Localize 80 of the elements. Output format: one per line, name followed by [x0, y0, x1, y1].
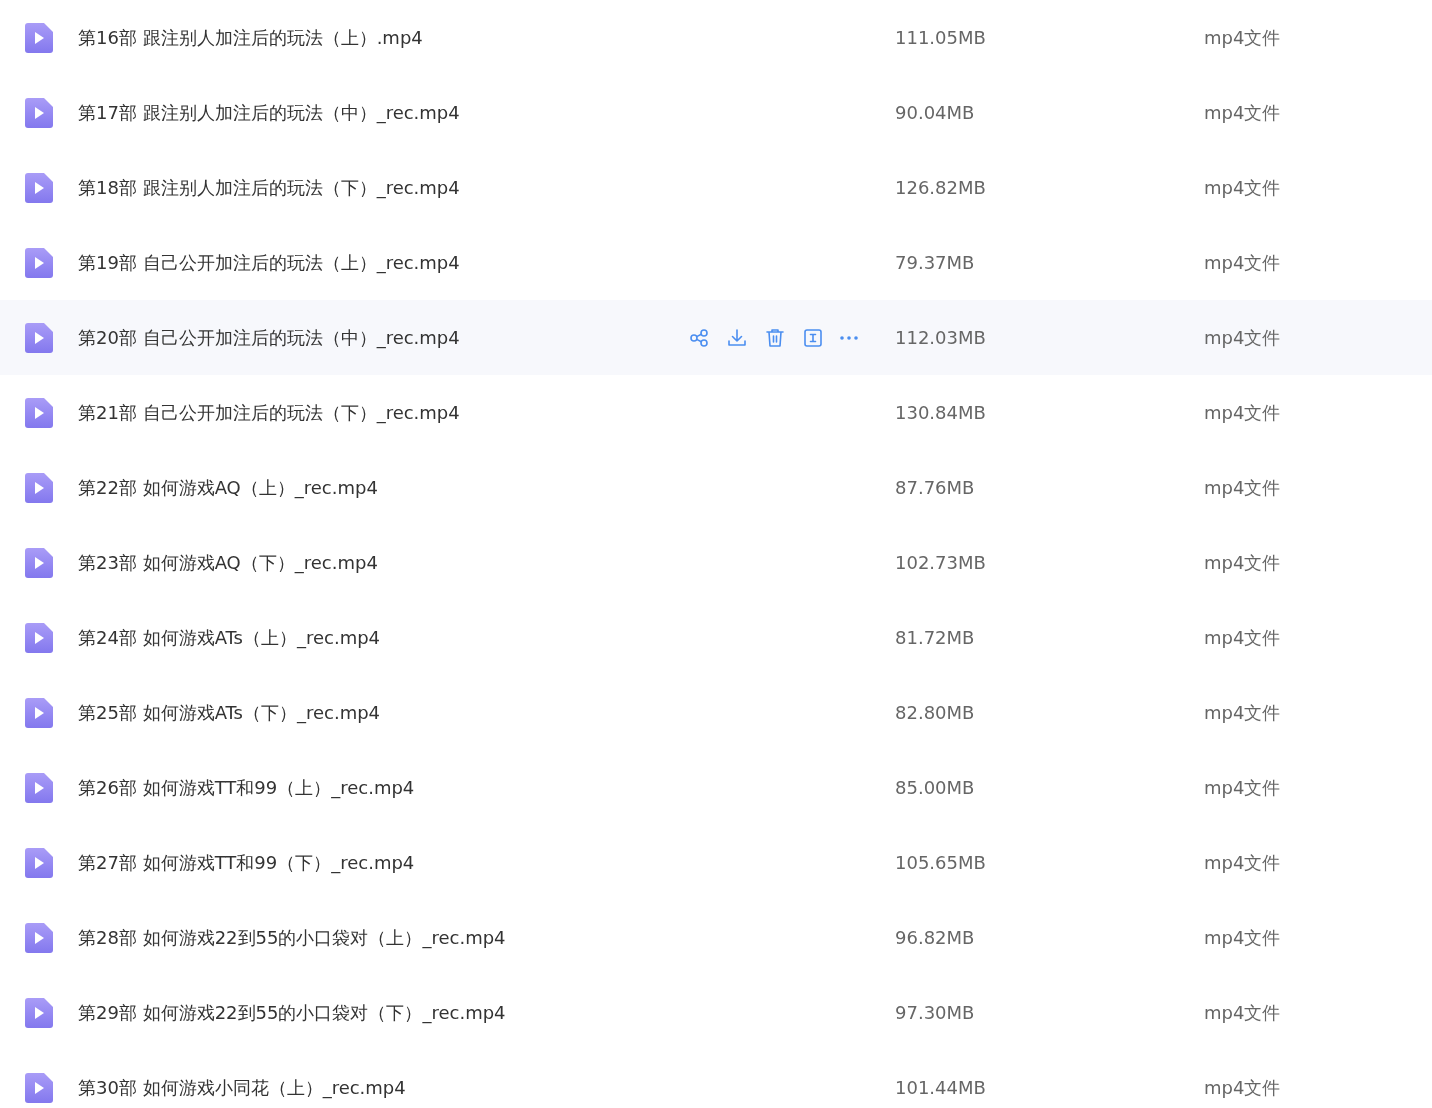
- file-name: 第26部 如何游戏TT和99（上）_rec.mp4: [78, 775, 416, 800]
- file-row[interactable]: 第28部 如何游戏22到55的小口袋对（上）_rec.mp4 96.82MB mp4文件: [0, 900, 1432, 975]
- video-file-icon: [25, 322, 53, 353]
- file-name: 第20部 自己公开加注后的玩法（中）_rec.mp4: [78, 325, 461, 350]
- file-type: mp4文件: [1204, 775, 1281, 800]
- file-type: mp4文件: [1204, 1075, 1281, 1100]
- video-file-icon: [25, 772, 53, 803]
- more-button[interactable]: [840, 335, 858, 340]
- download-button[interactable]: [726, 326, 748, 349]
- delete-button[interactable]: [764, 326, 786, 349]
- file-name: 第27部 如何游戏TT和99（下）_rec.mp4: [78, 850, 416, 875]
- file-name: 第29部 如何游戏22到55的小口袋对（下）_rec.mp4: [78, 1000, 507, 1025]
- file-name: 第28部 如何游戏22到55的小口袋对（上）_rec.mp4: [78, 925, 507, 950]
- file-size: 96.82MB: [895, 927, 976, 948]
- file-size: 81.72MB: [895, 627, 976, 648]
- file-size: 90.04MB: [895, 102, 976, 123]
- file-name: 第22部 如何游戏AQ（上）_rec.mp4: [78, 475, 379, 500]
- file-type: mp4文件: [1204, 250, 1281, 275]
- file-name: 第16部 跟注别人加注后的玩法（上）.mp4: [78, 25, 424, 50]
- file-type: mp4文件: [1204, 100, 1281, 125]
- rename-button[interactable]: [802, 326, 824, 349]
- file-type: mp4文件: [1204, 400, 1281, 425]
- file-type: mp4文件: [1204, 925, 1281, 950]
- file-row[interactable]: 第19部 自己公开加注后的玩法（上）_rec.mp4 79.37MB mp4文件: [0, 225, 1432, 300]
- file-name: 第30部 如何游戏小同花（上）_rec.mp4: [78, 1075, 407, 1100]
- file-name: 第21部 自己公开加注后的玩法（下）_rec.mp4: [78, 400, 461, 425]
- file-size: 101.44MB: [895, 1077, 987, 1098]
- share-button[interactable]: [688, 326, 710, 349]
- video-file-icon: [25, 697, 53, 728]
- video-file-icon: [25, 922, 53, 953]
- file-row[interactable]: 第17部 跟注别人加注后的玩法（中）_rec.mp4 90.04MB mp4文件: [0, 75, 1432, 150]
- file-row[interactable]: 第21部 自己公开加注后的玩法（下）_rec.mp4 130.84MB mp4文件: [0, 375, 1432, 450]
- file-name: 第23部 如何游戏AQ（下）_rec.mp4: [78, 550, 379, 575]
- file-type: mp4文件: [1204, 625, 1281, 650]
- file-type: mp4文件: [1204, 550, 1281, 575]
- file-row[interactable]: 第16部 跟注别人加注后的玩法（上）.mp4 111.05MB mp4文件: [0, 0, 1432, 75]
- file-row[interactable]: 第23部 如何游戏AQ（下）_rec.mp4 102.73MB mp4文件: [0, 525, 1432, 600]
- file-size: 97.30MB: [895, 1002, 976, 1023]
- file-row[interactable]: 第29部 如何游戏22到55的小口袋对（下）_rec.mp4 97.30MB mp4文件: [0, 975, 1432, 1050]
- file-size: 82.80MB: [895, 702, 976, 723]
- file-row[interactable]: 第22部 如何游戏AQ（上）_rec.mp4 87.76MB mp4文件: [0, 450, 1432, 525]
- video-file-icon: [25, 622, 53, 653]
- file-name: 第19部 自己公开加注后的玩法（上）_rec.mp4: [78, 250, 461, 275]
- file-size: 105.65MB: [895, 852, 987, 873]
- video-file-icon: [25, 247, 53, 278]
- file-size: 130.84MB: [895, 402, 987, 423]
- file-type: mp4文件: [1204, 850, 1281, 875]
- file-type: mp4文件: [1204, 475, 1281, 500]
- file-type: mp4文件: [1204, 1000, 1281, 1025]
- file-row[interactable]: 第18部 跟注别人加注后的玩法（下）_rec.mp4 126.82MB mp4文件: [0, 150, 1432, 225]
- file-name: 第18部 跟注别人加注后的玩法（下）_rec.mp4: [78, 175, 461, 200]
- file-size: 85.00MB: [895, 777, 976, 798]
- file-row[interactable]: 第27部 如何游戏TT和99（下）_rec.mp4 105.65MB mp4文件: [0, 825, 1432, 900]
- file-type: mp4文件: [1204, 700, 1281, 725]
- video-file-icon: [25, 997, 53, 1028]
- file-name: 第17部 跟注别人加注后的玩法（中）_rec.mp4: [78, 100, 461, 125]
- file-row[interactable]: 第24部 如何游戏ATs（上）_rec.mp4 81.72MB mp4文件: [0, 600, 1432, 675]
- video-file-icon: [25, 22, 53, 53]
- file-type: mp4文件: [1204, 25, 1281, 50]
- video-file-icon: [25, 172, 53, 203]
- file-size: 126.82MB: [895, 177, 987, 198]
- file-size: 111.05MB: [895, 27, 987, 48]
- file-row[interactable]: 第26部 如何游戏TT和99（上）_rec.mp4 85.00MB mp4文件: [0, 750, 1432, 825]
- video-file-icon: [25, 1072, 53, 1103]
- file-name: 第24部 如何游戏ATs（上）_rec.mp4: [78, 625, 382, 650]
- file-size: 102.73MB: [895, 552, 987, 573]
- video-file-icon: [25, 97, 53, 128]
- video-file-icon: [25, 547, 53, 578]
- file-type: mp4文件: [1204, 325, 1281, 350]
- file-type: mp4文件: [1204, 175, 1281, 200]
- file-name: 第25部 如何游戏ATs（下）_rec.mp4: [78, 700, 382, 725]
- file-row[interactable]: 第25部 如何游戏ATs（下）_rec.mp4 82.80MB mp4文件: [0, 675, 1432, 750]
- file-size: 87.76MB: [895, 477, 976, 498]
- video-file-icon: [25, 397, 53, 428]
- file-row[interactable]: 第30部 如何游戏小同花（上）_rec.mp4 101.44MB mp4文件: [0, 1050, 1432, 1108]
- file-size: 112.03MB: [895, 327, 987, 348]
- file-size: 79.37MB: [895, 252, 976, 273]
- video-file-icon: [25, 472, 53, 503]
- video-file-icon: [25, 847, 53, 878]
- file-row[interactable]: 第20部 自己公开加注后的玩法（中）_rec.mp4 112.03MB mp4文件: [0, 300, 1432, 375]
